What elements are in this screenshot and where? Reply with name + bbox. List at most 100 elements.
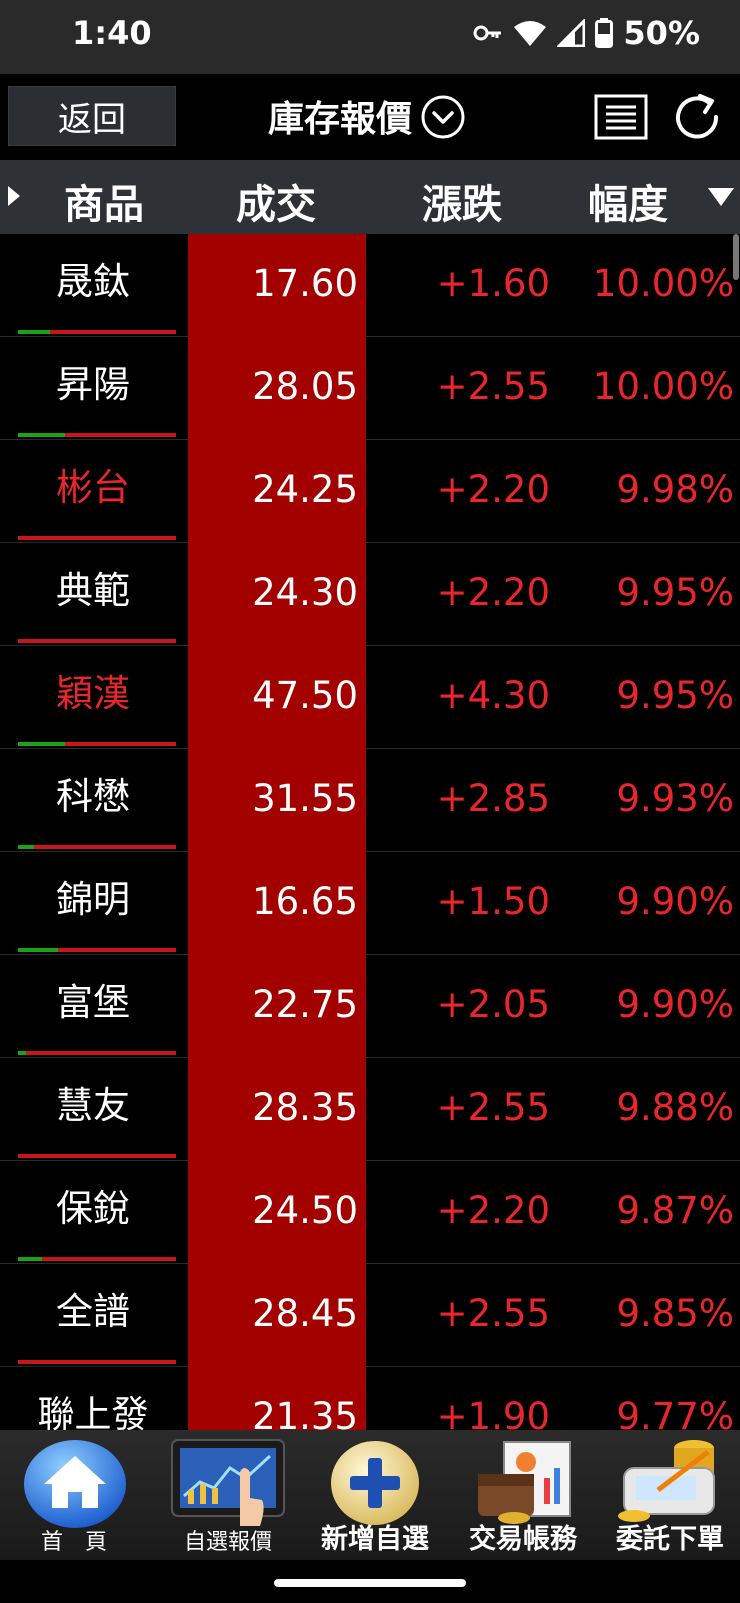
header-name[interactable]: 商品 [64,172,144,230]
quote-table: 晟鈦 17.60 +1.60 10.00% 昇陽 28.05 +2.55 10.00% 彬台 24… [0,234,740,1430]
nav-account[interactable]: 交易帳務 [452,1430,594,1560]
stock-name[interactable]: 科懋 [0,749,186,851]
wifi-icon [514,21,547,46]
volume-ratio-bar [18,536,176,540]
gesture-bar[interactable] [274,1579,466,1587]
price-cell: 28.45 [188,1264,366,1367]
nav-order[interactable]: 委託下單 [600,1430,740,1560]
stock-name[interactable]: 昇陽 [0,337,186,439]
header-percent[interactable]: 幅度 [588,172,668,230]
stock-change: +2.55 [436,1292,550,1335]
stock-name[interactable]: 典範 [0,543,186,645]
table-row[interactable]: 全譜 28.45 +2.55 9.85% [0,1264,740,1367]
price-cell: 24.30 [188,543,366,646]
volume-ratio-bar [18,1257,176,1261]
header-price[interactable]: 成交 [236,172,316,230]
volume-ratio-bar [18,1051,176,1055]
chevron-down-icon[interactable] [420,94,466,140]
table-row[interactable]: 慧友 28.35 +2.55 9.88% [0,1058,740,1161]
table-row[interactable]: 穎漢 47.50 +4.30 9.95% [0,646,740,749]
tablet-chart-icon [171,1439,285,1526]
status-bar: 1:40 50% [0,0,740,74]
stock-change: +2.20 [436,571,550,614]
volume-ratio-bar [18,330,176,334]
price-cell: 17.60 [188,234,366,337]
table-row[interactable]: 晟鈦 17.60 +1.60 10.00% [0,234,740,337]
table-row[interactable]: 保銳 24.50 +2.20 9.87% [0,1161,740,1264]
price-cell: 47.50 [188,646,366,749]
stock-price: 21.35 [252,1395,358,1430]
volume-ratio-bar [18,639,176,643]
nav-add-watchlist[interactable]: 新增自選 [306,1430,444,1560]
stock-price: 28.45 [252,1292,358,1335]
stock-change: +2.20 [436,468,550,511]
stock-name[interactable]: 聯上發 [0,1367,186,1430]
stock-name[interactable]: 全譜 [0,1264,186,1366]
bottom-nav: 首 頁 自選報價 新增自選 交易帳務 委託下單 [0,1430,740,1560]
stock-name[interactable]: 慧友 [0,1058,186,1160]
stock-name[interactable]: 彬台 [0,440,186,542]
order-coins-icon [618,1440,715,1522]
stock-name[interactable]: 富堡 [0,955,186,1057]
stock-percent: 9.90% [616,983,734,1026]
stock-name[interactable]: 晟鈦 [0,234,186,336]
volume-ratio-bar [18,1154,176,1158]
expand-right-icon[interactable] [6,184,22,208]
header-change[interactable]: 漲跌 [422,172,502,230]
stock-percent: 9.77% [616,1395,734,1430]
stock-price: 28.05 [252,365,358,408]
battery-icon [595,18,614,48]
table-row[interactable]: 昇陽 28.05 +2.55 10.00% [0,337,740,440]
nav-watchlist[interactable]: 自選報價 [164,1430,292,1560]
stock-change: +1.60 [436,262,550,305]
stock-percent: 9.98% [616,468,734,511]
stock-percent: 10.00% [592,365,734,408]
stock-percent: 10.00% [592,262,734,305]
stock-change: +2.85 [436,777,550,820]
stock-price: 17.60 [252,262,358,305]
stock-price: 28.35 [252,1086,358,1129]
volume-ratio-bar [18,948,176,952]
home-icon [24,1440,126,1528]
stock-name[interactable]: 穎漢 [0,646,186,748]
stock-percent: 9.87% [616,1189,734,1232]
table-row[interactable]: 聯上發 21.35 +1.90 9.77% [0,1367,740,1430]
table-row[interactable]: 彬台 24.25 +2.20 9.98% [0,440,740,543]
price-cell: 28.05 [188,337,366,440]
stock-price: 24.30 [252,571,358,614]
stock-name[interactable]: 錦明 [0,852,186,954]
stock-change: +2.55 [436,365,550,408]
nav-home[interactable]: 首 頁 [0,1430,148,1560]
nav-add-watchlist-label: 新增自選 [321,1524,429,1555]
stock-percent: 9.95% [616,571,734,614]
volume-ratio-bar [18,1360,176,1364]
refresh-icon[interactable] [672,92,724,142]
stock-price: 47.50 [252,674,358,717]
signal-icon [557,19,586,47]
stock-name[interactable]: 保銳 [0,1161,186,1263]
price-cell: 31.55 [188,749,366,852]
table-row[interactable]: 科懋 31.55 +2.85 9.93% [0,749,740,852]
volume-ratio-bar [18,742,176,746]
back-button[interactable]: 返回 [8,86,176,146]
list-menu-icon[interactable] [594,94,648,140]
scrollbar[interactable] [733,234,739,280]
table-row[interactable]: 富堡 22.75 +2.05 9.90% [0,955,740,1058]
stock-change: +1.50 [436,880,550,923]
table-row[interactable]: 典範 24.30 +2.20 9.95% [0,543,740,646]
price-cell: 21.35 [188,1367,366,1430]
status-time: 1:40 [72,14,152,52]
table-row[interactable]: 錦明 16.65 +1.50 9.90% [0,852,740,955]
price-cell: 24.25 [188,440,366,543]
nav-watchlist-label: 自選報價 [183,1530,272,1555]
stock-change: +4.30 [436,674,550,717]
stock-change: +1.90 [436,1395,550,1430]
table-header: 商品 成交 漲跌 幅度 [0,160,740,234]
stock-change: +2.05 [436,983,550,1026]
price-cell: 24.50 [188,1161,366,1264]
price-cell: 22.75 [188,955,366,1058]
vpn-key-icon [473,25,502,41]
stock-change: +2.55 [436,1086,550,1129]
sort-down-icon[interactable] [706,186,736,208]
page-title[interactable]: 庫存報價 [268,90,412,142]
